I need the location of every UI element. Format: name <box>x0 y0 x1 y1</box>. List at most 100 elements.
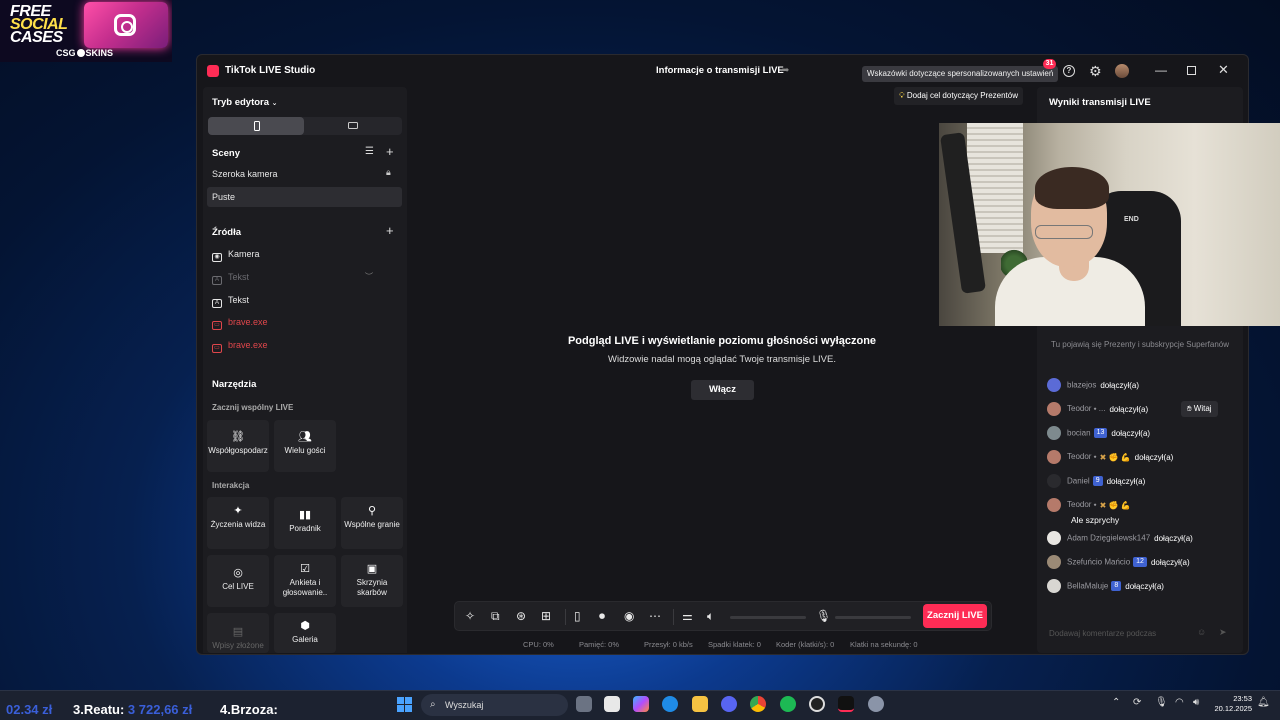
add-source-button[interactable]: + <box>386 223 394 238</box>
search-icon: ⌕ <box>430 699 436 710</box>
store-icon[interactable] <box>604 696 620 712</box>
avatar[interactable] <box>1115 64 1129 78</box>
tooltip: Wskazówki dotyczące spersonalizowanych u… <box>862 66 1059 82</box>
avatar <box>1047 498 1061 512</box>
source-item[interactable]: ◉ Kamera <box>212 249 260 262</box>
chat-row: Adam Dzięgielewsk147 dołączył(a) <box>1047 531 1193 549</box>
scene-item[interactable]: Puste <box>212 192 235 202</box>
tiktok-logo-icon <box>207 65 219 77</box>
source-item[interactable]: ▭ brave.exe <box>212 317 268 330</box>
welcome-button[interactable]: ✋︎ Witaj <box>1181 401 1218 417</box>
discord-icon[interactable] <box>721 696 737 712</box>
sync-icon[interactable]: ⟳ <box>1133 697 1141 708</box>
taskbar-search[interactable]: ⌕ Wyszukaj <box>421 694 568 716</box>
minimize-button[interactable]: — <box>1155 63 1167 77</box>
broadcast-icon[interactable]: ◉ <box>624 609 634 623</box>
list-icon[interactable]: ☰ <box>365 146 374 157</box>
live-goal-button[interactable]: ◎ Cel LIVE <box>207 555 269 607</box>
microphone-icon[interactable]: 🎙︎ <box>816 609 831 623</box>
go-live-button[interactable]: Zacznij LIVE <box>923 604 987 628</box>
treasure-chest-button[interactable]: ▣ Skrzynia skarbów <box>341 555 403 607</box>
play-together-button[interactable]: ⚲ Wspólne granie <box>341 497 403 549</box>
chrome-icon[interactable] <box>750 696 766 712</box>
guide-button[interactable]: ▮▮ Poradnik <box>274 497 336 549</box>
comment-input[interactable]: Dodawaj komentarze podczas <box>1045 623 1235 645</box>
microphone-volume-slider[interactable] <box>835 616 911 619</box>
scene-item-selected[interactable] <box>207 187 402 207</box>
add-scene-button[interactable]: + <box>386 144 394 159</box>
close-button[interactable]: ✕ <box>1218 62 1229 78</box>
gear-icon[interactable]: ⚙ <box>1089 63 1102 80</box>
webcam-overlay: END <box>939 123 1280 326</box>
multi-guest-button[interactable]: 👥︎ Wielu gości <box>274 420 336 472</box>
microphone-tray-icon[interactable]: 🎙︎ <box>1155 697 1168 708</box>
notification-icon[interactable]: 🔔︎ <box>1257 697 1270 708</box>
edge-icon[interactable] <box>662 696 678 712</box>
stream-info-link[interactable]: Informacje o transmisji LIVE <box>656 65 784 76</box>
settings-icon[interactable] <box>868 696 884 712</box>
enable-preview-button[interactable]: Włącz <box>691 380 754 400</box>
viewer-wishes-button[interactable]: ✦ Życzenia widza <box>207 497 269 549</box>
scene-item[interactable]: Szeroka kamera <box>212 169 278 179</box>
tiktok-live-taskbar-icon[interactable] <box>838 696 854 712</box>
phone-portrait-icon <box>254 121 260 131</box>
coin-icon <box>76 49 85 57</box>
file-explorer-icon[interactable] <box>692 696 708 712</box>
volume-icon[interactable]: 🔊︎ <box>1193 697 1199 708</box>
speaker-volume-slider[interactable] <box>730 616 806 619</box>
chat-row: Teodor ⬩ ... dołączył(a) <box>1047 402 1148 420</box>
instagram-icon <box>114 14 136 36</box>
emoji-icon[interactable]: ☺ <box>1197 627 1206 637</box>
lock-icon[interactable]: 🔒︎ <box>386 167 391 178</box>
composite-entries-button[interactable]: ▤ Wpisy złożone <box>207 613 269 653</box>
wave-icon: ✋︎ <box>1187 404 1192 413</box>
send-icon[interactable]: ➤ <box>1219 627 1227 638</box>
gallery-icon: ⬢ <box>300 620 310 632</box>
chevron-up-icon[interactable]: ⌃ <box>1112 697 1120 708</box>
spotify-icon[interactable] <box>780 696 796 712</box>
source-item[interactable]: ▭ brave.exe <box>212 340 268 353</box>
text-icon: A <box>212 276 222 285</box>
record-icon[interactable]: ⏺ <box>599 609 605 624</box>
co-host-button[interactable]: ⛓ Współgospodarz <box>207 420 269 472</box>
chat-row: Szefuńcio Mańcio 12 dołączył(a) <box>1047 555 1190 573</box>
clock[interactable]: 23:53 20.12.2025 <box>1212 694 1252 714</box>
copilot-icon[interactable] <box>633 696 649 712</box>
ticker-amount-1: 02.34 zł <box>6 702 53 717</box>
gallery-button[interactable]: ⬢ Galeria <box>274 613 336 653</box>
landscape-icon[interactable] <box>348 122 358 129</box>
mixer-icon[interactable]: ⚌ <box>682 609 693 623</box>
lightbulb-icon: 💡︎ <box>899 91 905 100</box>
divider <box>673 609 674 625</box>
obs-icon[interactable] <box>809 696 825 712</box>
source-item[interactable]: A Tekst <box>212 272 249 285</box>
promo-brand: CSG SKINS <box>56 48 114 58</box>
camera-effect-icon[interactable]: ⊛ <box>516 609 526 623</box>
hidden-icon[interactable]: ︶ <box>365 271 373 282</box>
help-icon[interactable]: ? <box>1063 65 1075 77</box>
poll-button[interactable]: ☑ Ankieta i głosowanie.. <box>274 555 336 607</box>
more-icon[interactable]: ⋯ <box>649 609 661 623</box>
live-results-title: Wyniki transmisji LIVE <box>1049 97 1151 108</box>
windows-start-icon[interactable] <box>397 697 412 712</box>
magic-wand-icon[interactable]: ✧ <box>465 609 475 623</box>
wifi-icon[interactable]: ◠ <box>1175 697 1184 708</box>
person-glasses <box>1035 225 1093 239</box>
effects-icon[interactable]: ⧉ <box>491 609 500 624</box>
checkbox-icon: ☑ <box>300 563 310 575</box>
maximize-button[interactable] <box>1187 66 1196 75</box>
speaker-icon[interactable]: 🔈︎ <box>707 609 714 624</box>
users-icon: 👥︎ <box>298 431 312 443</box>
stat-encoder: Koder (klatki/s): 0 <box>776 640 835 649</box>
notification-badge: 31 <box>1043 59 1056 69</box>
task-view-icon[interactable] <box>576 696 592 712</box>
phone-icon[interactable]: ▯ <box>574 609 581 623</box>
avatar <box>1047 402 1061 416</box>
stack-icon: ▤ <box>232 626 244 638</box>
layout-icon[interactable]: ⊞ <box>541 609 551 623</box>
share-icon[interactable]: ➦ <box>781 65 789 76</box>
source-item[interactable]: A Tekst <box>212 295 249 308</box>
chat-row: bocian 13 dołączył(a) <box>1047 426 1150 444</box>
gift-goal-button[interactable]: 💡︎ Dodaj cel dotyczący Prezentów <box>894 87 1024 105</box>
editor-mode-dropdown[interactable]: Tryb edytora ⌄ <box>212 97 278 108</box>
